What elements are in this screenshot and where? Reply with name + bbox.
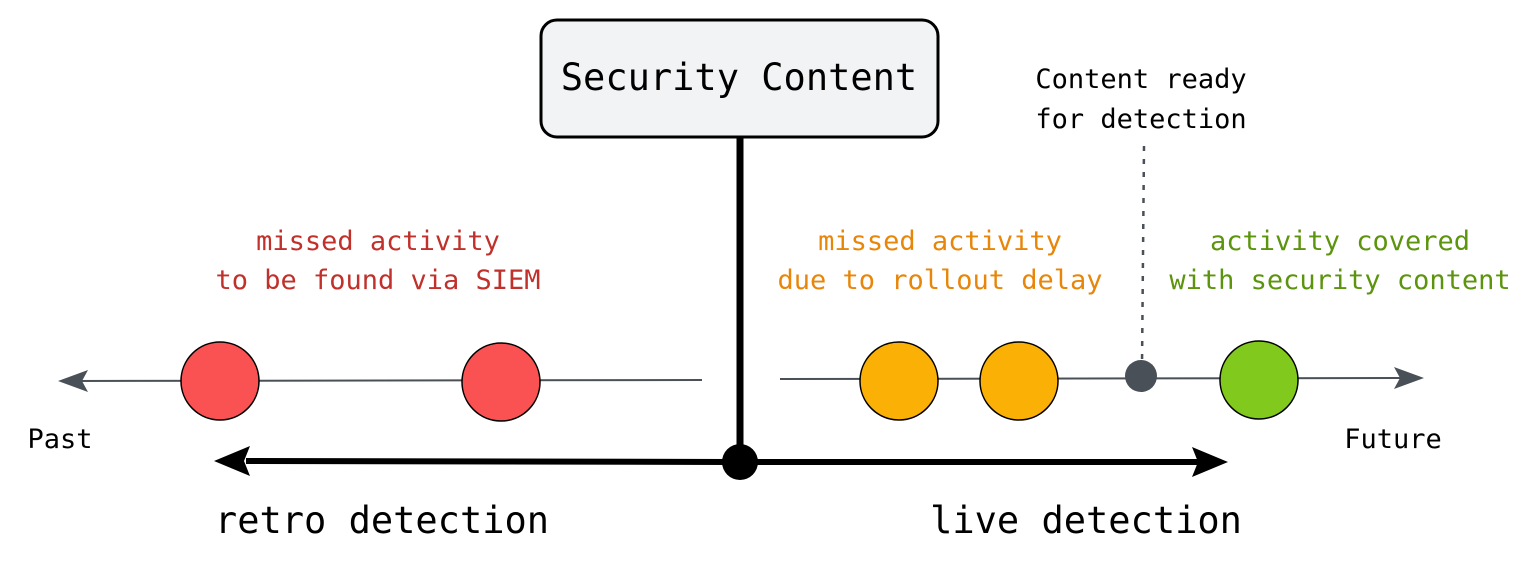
timeline-past-line [71,379,703,382]
covered-label-line-1: activity covered [1210,226,1470,257]
rollout-missed-dot [979,341,1059,421]
marker-label-line-1: Content ready [1035,64,1246,95]
future-label: Future [1344,424,1442,455]
marker-label-line-2: for detection [1035,104,1246,135]
past-label: Past [27,424,92,455]
detection-origin-dot [722,444,758,480]
rollout-missed-label-line-2: due to rollout delay [777,265,1102,296]
retro-detection-label: retro detection [215,499,549,542]
rollout-missed-label-line-1: missed activity [818,226,1062,257]
retro-missed-dot [461,342,541,422]
rollout-missed-dot [859,341,939,421]
retro-arrow-icon [214,446,250,476]
marker-dotted-line [1140,145,1146,366]
retro-detection-line [245,458,731,465]
retro-missed-label-line-2: to be found via SIEM [215,265,540,296]
covered-label-line-2: with security content [1169,265,1510,296]
timeline-diagram: Security Content Content ready for detec… [27,18,1511,542]
security-content-label: Security Content [561,56,917,99]
content-ready-dot [1125,360,1157,392]
retro-missed-dot [180,341,260,421]
covered-dot [1219,340,1299,420]
retro-missed-label-line-1: missed activity [256,226,500,257]
live-detection-label: live detection [930,499,1242,542]
